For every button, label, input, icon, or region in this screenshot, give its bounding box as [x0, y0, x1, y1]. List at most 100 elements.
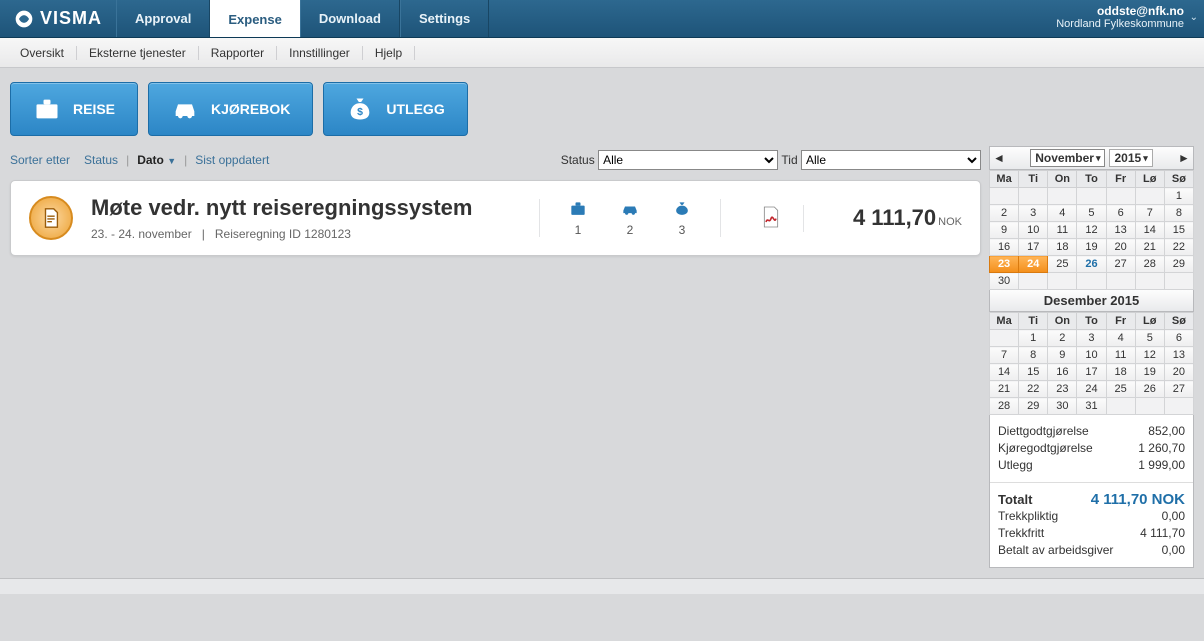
expense-counts: 1 2 3 — [539, 199, 721, 237]
calendar-december-title: Desember 2015 — [989, 290, 1194, 312]
cal-day[interactable]: 28 — [990, 398, 1019, 415]
cal-prev[interactable]: ◄ — [990, 151, 1008, 165]
cal-day[interactable]: 6 — [1106, 205, 1135, 222]
cal-day[interactable]: 24 — [1019, 256, 1048, 273]
cal-day[interactable]: 26 — [1077, 256, 1106, 273]
kjorebok-button[interactable]: KJØREBOK — [148, 82, 313, 136]
cal-day — [1106, 398, 1135, 415]
cal-day[interactable]: 18 — [1106, 364, 1135, 381]
cal-dayhead: Ti — [1019, 313, 1048, 330]
sum-utlegg-label: Utlegg — [998, 457, 1033, 474]
cal-day[interactable]: 31 — [1077, 398, 1106, 415]
suitcase-icon — [566, 199, 590, 219]
cal-day[interactable]: 1 — [1019, 330, 1048, 347]
subnav-innstillinger[interactable]: Innstillinger — [277, 46, 363, 60]
cal-day[interactable]: 20 — [1164, 364, 1193, 381]
cal-day[interactable]: 23 — [990, 256, 1019, 273]
cal-day[interactable]: 16 — [1048, 364, 1077, 381]
right-sidebar: ◄ November▾ 2015▾ ► MaTiOnToFrLøSø 12345… — [989, 146, 1194, 568]
moneybag-icon — [670, 199, 694, 219]
cal-dayhead: To — [1077, 171, 1106, 188]
cal-day[interactable]: 19 — [1135, 364, 1164, 381]
cal-day[interactable]: 18 — [1048, 239, 1077, 256]
sort-dato[interactable]: Dato ▼ — [131, 153, 182, 167]
cal-day[interactable]: 5 — [1135, 330, 1164, 347]
cal-dayhead: Ma — [990, 171, 1019, 188]
cal-day[interactable]: 13 — [1164, 347, 1193, 364]
cal-day[interactable]: 20 — [1106, 239, 1135, 256]
cal-day[interactable]: 13 — [1106, 222, 1135, 239]
cal-day[interactable]: 19 — [1077, 239, 1106, 256]
cal-day[interactable]: 25 — [1048, 256, 1077, 273]
cal-day[interactable]: 1 — [1164, 188, 1193, 205]
utlegg-button[interactable]: $ UTLEGG — [323, 82, 467, 136]
pdf-download[interactable] — [739, 205, 804, 232]
cal-day[interactable]: 27 — [1106, 256, 1135, 273]
cal-day[interactable]: 3 — [1019, 205, 1048, 222]
cal-day[interactable]: 23 — [1048, 381, 1077, 398]
cal-dayhead: Lø — [1135, 171, 1164, 188]
cal-day[interactable]: 25 — [1106, 381, 1135, 398]
reise-button[interactable]: REISE — [10, 82, 138, 136]
subnav-rapporter[interactable]: Rapporter — [199, 46, 277, 60]
cal-day[interactable]: 7 — [1135, 205, 1164, 222]
cal-day[interactable]: 29 — [1019, 398, 1048, 415]
user-menu[interactable]: oddste@nfk.no Nordland Fylkeskommune ⌄ — [1046, 0, 1204, 37]
cal-next[interactable]: ► — [1175, 151, 1193, 165]
brand-logo[interactable]: VISMA — [0, 0, 116, 37]
cal-day[interactable]: 21 — [1135, 239, 1164, 256]
cal-day[interactable]: 16 — [990, 239, 1019, 256]
cal-day[interactable]: 8 — [1019, 347, 1048, 364]
cal-day[interactable]: 12 — [1077, 222, 1106, 239]
cal-day[interactable]: 22 — [1164, 239, 1193, 256]
cal-day[interactable]: 11 — [1106, 347, 1135, 364]
cal-day[interactable]: 4 — [1048, 205, 1077, 222]
cal-day[interactable]: 10 — [1077, 347, 1106, 364]
cal-day[interactable]: 5 — [1077, 205, 1106, 222]
cal-month-select[interactable]: November▾ — [1030, 149, 1105, 167]
tab-expense[interactable]: Expense — [210, 0, 299, 37]
subnav-oversikt[interactable]: Oversikt — [8, 46, 77, 60]
cal-day[interactable]: 11 — [1048, 222, 1077, 239]
cal-day[interactable]: 17 — [1077, 364, 1106, 381]
sort-status[interactable]: Status — [78, 153, 124, 167]
cal-day[interactable]: 30 — [990, 273, 1019, 290]
subnav-eksterne[interactable]: Eksterne tjenester — [77, 46, 199, 60]
sum-kjore-val: 1 260,70 — [1138, 440, 1185, 457]
cal-day[interactable]: 28 — [1135, 256, 1164, 273]
cal-day[interactable]: 2 — [990, 205, 1019, 222]
sum-utlegg-val: 1 999,00 — [1138, 457, 1185, 474]
subnav-hjelp[interactable]: Hjelp — [363, 46, 415, 60]
status-filter-select[interactable]: Alle — [598, 150, 778, 170]
action-toolbar: REISE KJØREBOK $ UTLEGG — [0, 68, 1204, 146]
cal-day[interactable]: 7 — [990, 347, 1019, 364]
cal-day[interactable]: 15 — [1164, 222, 1193, 239]
cal-day[interactable]: 14 — [990, 364, 1019, 381]
cal-day[interactable]: 26 — [1135, 381, 1164, 398]
cal-year-select[interactable]: 2015▾ — [1109, 149, 1152, 167]
cal-day[interactable]: 3 — [1077, 330, 1106, 347]
expense-card[interactable]: Møte vedr. nytt reiseregningssystem 23. … — [10, 180, 981, 256]
cal-day[interactable]: 6 — [1164, 330, 1193, 347]
tab-download[interactable]: Download — [300, 0, 400, 37]
sort-sist[interactable]: Sist oppdatert — [189, 153, 275, 167]
cal-day[interactable]: 24 — [1077, 381, 1106, 398]
cal-day[interactable]: 14 — [1135, 222, 1164, 239]
cal-day[interactable]: 29 — [1164, 256, 1193, 273]
cal-day[interactable]: 9 — [990, 222, 1019, 239]
cal-day[interactable]: 27 — [1164, 381, 1193, 398]
cal-day[interactable]: 4 — [1106, 330, 1135, 347]
tab-approval[interactable]: Approval — [116, 0, 210, 37]
cal-day[interactable]: 30 — [1048, 398, 1077, 415]
cal-day[interactable]: 21 — [990, 381, 1019, 398]
cal-day[interactable]: 12 — [1135, 347, 1164, 364]
cal-day[interactable]: 2 — [1048, 330, 1077, 347]
cal-day[interactable]: 10 — [1019, 222, 1048, 239]
cal-day[interactable]: 17 — [1019, 239, 1048, 256]
tid-filter-select[interactable]: Alle — [801, 150, 981, 170]
cal-day[interactable]: 15 — [1019, 364, 1048, 381]
cal-day[interactable]: 8 — [1164, 205, 1193, 222]
tab-settings[interactable]: Settings — [400, 0, 489, 37]
cal-day[interactable]: 9 — [1048, 347, 1077, 364]
cal-day[interactable]: 22 — [1019, 381, 1048, 398]
